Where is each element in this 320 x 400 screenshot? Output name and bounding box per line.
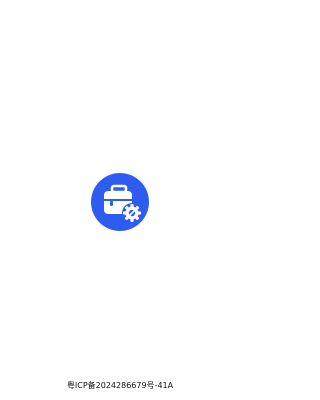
app-logo bbox=[91, 173, 149, 231]
icp-registration-text[interactable]: 粤ICP备2024286679号-41A bbox=[0, 380, 240, 392]
splash-screen: 粤ICP备2024286679号-41A bbox=[0, 0, 240, 400]
toolbox-gear-icon bbox=[104, 184, 142, 223]
